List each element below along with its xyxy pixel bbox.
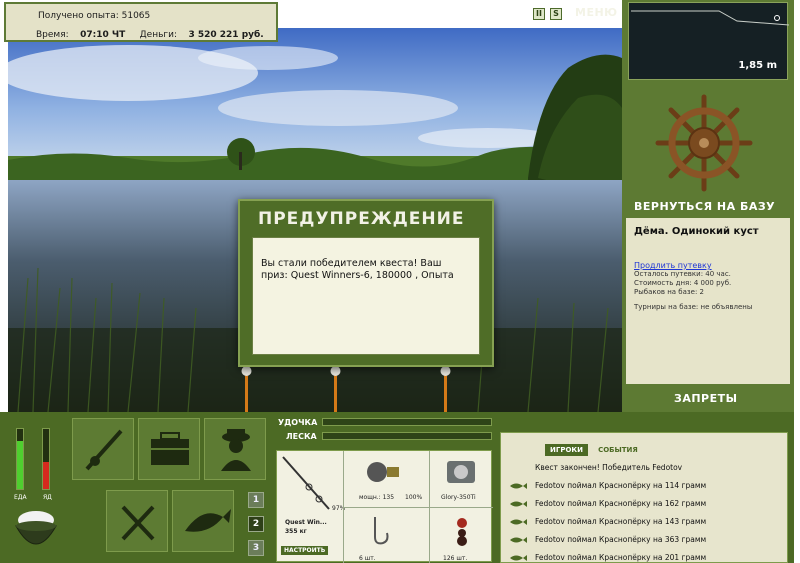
fish-icon xyxy=(185,509,231,532)
day-cost: Стоимость дня: 4 000 руб. xyxy=(634,279,732,287)
float-marker-icon xyxy=(774,15,780,21)
trip-left: Осталось путевки: 40 час. xyxy=(634,270,731,278)
line-spool-icon xyxy=(447,461,475,483)
pause-button[interactable]: II xyxy=(533,8,545,20)
slot-button-2[interactable]: 2 xyxy=(248,516,264,532)
right-panel: 1,85 m ВЕРНУТЬСЯ НА БАЗУ Дёма. Одинокий … xyxy=(622,0,794,412)
character-button[interactable] xyxy=(204,418,266,480)
money-value: 3 520 221 руб. xyxy=(188,30,264,40)
line-tension-bar xyxy=(322,432,492,440)
reel-durability: 100% xyxy=(405,494,423,501)
menu-button[interactable]: МЕНЮ xyxy=(575,6,618,19)
fish-icon xyxy=(510,555,527,561)
log-header: Квест закончен! Победитель Fedotov xyxy=(535,463,683,472)
rod-image-icon xyxy=(282,456,330,510)
bottom-panel: ЕДА ЯД 1 2 3 УДОЧКА ЛЕСКА 97% Quest Win.… xyxy=(0,412,794,563)
depth-value: 1,85 m xyxy=(738,60,777,71)
tackle-box-icon xyxy=(151,432,189,465)
depth-gauge: 1,85 m xyxy=(628,2,790,80)
money-label: Деньги: xyxy=(139,30,178,40)
fish-icon xyxy=(510,483,527,489)
tackle-box-button[interactable] xyxy=(138,418,200,480)
line-name: Glory-350Ti xyxy=(441,494,476,501)
ship-wheel-icon[interactable] xyxy=(654,93,754,193)
fish-icon xyxy=(510,519,527,525)
bans-button[interactable]: ЗАПРЕТЫ xyxy=(674,392,738,405)
warning-dialog[interactable]: ПРЕДУПРЕЖДЕНИЕ Вы стали победителем квес… xyxy=(238,199,494,367)
fish-icon xyxy=(510,537,527,543)
tab-events[interactable]: СОБЫТИЯ xyxy=(593,444,643,456)
bait-count: 126 шт. xyxy=(443,555,468,562)
food-button[interactable] xyxy=(106,490,168,552)
bait-icon xyxy=(457,518,467,546)
fish-cage-button[interactable] xyxy=(172,490,234,552)
food-level xyxy=(17,441,23,489)
log-line: Fedotov поймал Краснопёрку на 114 грамм xyxy=(535,481,707,490)
experience-value: 51065 xyxy=(121,11,151,21)
setup-button[interactable]: НАСТРОИТЬ xyxy=(281,546,329,555)
reel-icon xyxy=(367,462,399,482)
fishing-rod-icon xyxy=(85,429,123,471)
fork-knife-icon xyxy=(121,505,155,541)
food-bar xyxy=(16,428,24,490)
slot-button-1[interactable]: 1 xyxy=(248,492,264,508)
experience-label: Получено опыта: xyxy=(38,11,119,21)
rod-weight: 355 кг xyxy=(285,528,307,535)
location-name: Дёма. Одинокий куст xyxy=(634,226,759,237)
chat-log: ИГРОКИ СОБЫТИЯ Квест закончен! Победител… xyxy=(500,432,788,563)
log-line: Fedotov поймал Краснопёрку на 162 грамм xyxy=(535,499,707,508)
hooks-count: 6 шт. xyxy=(359,555,376,562)
dialog-message: Вы стали победителем квеста! Ваш приз: Q… xyxy=(252,237,480,355)
poison-level xyxy=(43,462,49,489)
rod-tension-bar xyxy=(322,418,492,426)
tab-players[interactable]: ИГРОКИ xyxy=(545,444,588,456)
sound-button[interactable]: S xyxy=(550,8,562,20)
fisherman-icon xyxy=(221,429,251,471)
reel-power: мощн.: 135 xyxy=(359,494,395,501)
dialog-title: ПРЕДУПРЕЖДЕНИЕ xyxy=(258,209,465,229)
slot-button-3[interactable]: 3 xyxy=(248,540,264,556)
poison-bar xyxy=(42,428,50,490)
rod-label: УДОЧКА xyxy=(278,418,318,427)
time-label: Время: xyxy=(36,30,69,40)
extend-trip-link[interactable]: Продлить путевку xyxy=(634,261,782,270)
log-line: Fedotov поймал Краснопёрку на 363 грамм xyxy=(535,535,707,544)
food-label: ЕДА xyxy=(14,494,27,501)
rod-name: Quest Win... xyxy=(285,519,327,526)
cauldron-icon[interactable] xyxy=(10,506,62,558)
fishers-count: Рыбаков на базе: 2 xyxy=(634,288,704,296)
hook-icon xyxy=(374,517,389,545)
line-label: ЛЕСКА xyxy=(286,432,317,441)
return-to-base-button[interactable]: ВЕРНУТЬСЯ НА БАЗУ xyxy=(634,200,775,213)
rods-button[interactable] xyxy=(72,418,134,480)
time-value: 07:10 ЧТ xyxy=(80,30,126,40)
fish-icon xyxy=(510,501,527,507)
location-info: Дёма. Одинокий куст Продлить путевку Ост… xyxy=(626,218,790,384)
tackle-panel[interactable]: 97% Quest Win... 355 кг НАСТРОИТЬ мощн.:… xyxy=(276,450,493,563)
tournaments-info: Турниры на базе: не объявлены xyxy=(634,303,753,311)
poison-label: ЯД xyxy=(43,494,52,501)
log-line: Fedotov поймал Краснопёрку на 201 грамм xyxy=(535,553,707,562)
log-line: Fedotov поймал Краснопёрку на 143 грамм xyxy=(535,517,707,526)
player-info-panel: Получено опыта: 51065 Время: 07:10 ЧТ Де… xyxy=(4,2,278,42)
